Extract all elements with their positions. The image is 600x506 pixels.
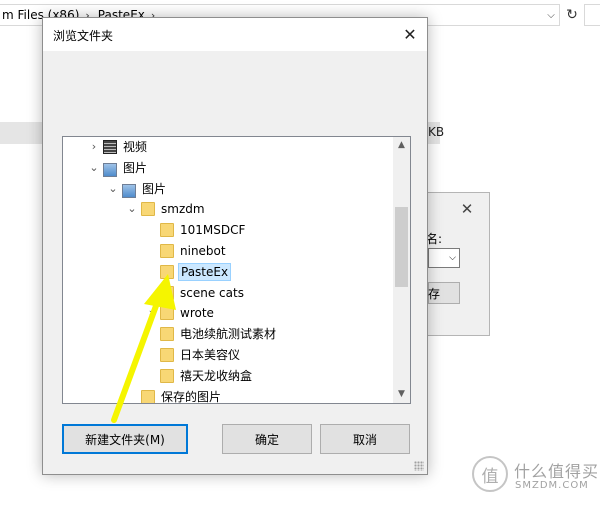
- folder-icon: [141, 202, 155, 217]
- arrow-shaft: [111, 292, 163, 423]
- ok-button[interactable]: 确定: [222, 424, 312, 454]
- tree-item[interactable]: 101MSDCF: [63, 220, 394, 240]
- file-size-text: KB: [428, 125, 445, 139]
- tree-item[interactable]: ninebot: [63, 241, 394, 261]
- expander-placeholder: [144, 241, 158, 261]
- cancel-button[interactable]: 取消: [320, 424, 410, 454]
- dialog-titlebar[interactable]: 浏览文件夹 ✕: [43, 18, 427, 51]
- watermark-glyph: 值: [481, 466, 499, 487]
- arrow-head: [144, 274, 176, 310]
- expander-placeholder: [144, 220, 158, 240]
- close-icon[interactable]: ✕: [399, 24, 421, 46]
- chevron-right-icon[interactable]: ›: [87, 137, 101, 157]
- filename-select[interactable]: ⌵: [428, 248, 460, 268]
- annotation-arrow: [111, 274, 176, 423]
- tree-item-label: 101MSDCF: [180, 223, 246, 238]
- video-icon: [103, 140, 117, 154]
- tree-item-label: smzdm: [161, 202, 205, 217]
- tree-item-label: ninebot: [180, 244, 226, 258]
- tree-item[interactable]: ⌄ smzdm: [63, 199, 394, 219]
- tree-item-label: 视频: [123, 140, 148, 154]
- address-history-dropdown-icon[interactable]: ⌵: [543, 5, 559, 25]
- folder-icon: [160, 244, 174, 258]
- close-icon[interactable]: ✕: [458, 200, 476, 218]
- tree-scrollbar[interactable]: ▲ ▼: [393, 137, 410, 403]
- scroll-up-arrow-icon[interactable]: ▲: [393, 137, 410, 154]
- refresh-icon[interactable]: ↻: [562, 4, 582, 26]
- dialog-title: 浏览文件夹: [53, 29, 114, 43]
- chevron-down-icon[interactable]: ⌄: [106, 179, 120, 199]
- chevron-down-icon: ⌵: [449, 253, 456, 263]
- tree-item-label: 图片: [123, 160, 148, 175]
- search-box[interactable]: [584, 4, 600, 26]
- watermark-subtext: SMZDM.COM: [515, 480, 589, 491]
- scroll-down-arrow-icon[interactable]: ▼: [393, 386, 410, 403]
- folder-icon: [160, 223, 174, 238]
- watermark-logo-icon: 值: [472, 456, 508, 492]
- tree-item[interactable]: › 视频: [63, 137, 394, 157]
- cancel-button-label: 取消: [352, 432, 377, 447]
- watermark-text: 什么值得买: [514, 462, 600, 481]
- ok-button-label: 确定: [254, 432, 279, 447]
- chevron-down-icon[interactable]: ⌄: [87, 158, 101, 178]
- tree-item[interactable]: ⌄ 图片: [63, 158, 394, 178]
- filename-label: 名:: [426, 232, 443, 246]
- resize-grip-icon[interactable]: [414, 461, 424, 471]
- scroll-thumb[interactable]: [395, 207, 408, 287]
- tree-item-label: 图片: [142, 181, 167, 196]
- pictures-icon: [103, 162, 117, 177]
- chevron-down-icon[interactable]: ⌄: [125, 199, 139, 219]
- pictures-icon: [122, 183, 136, 198]
- tree-item[interactable]: ⌄ 图片: [63, 179, 394, 199]
- save-button[interactable]: 保存: [416, 282, 460, 304]
- new-folder-button-label: 新建文件夹(M): [85, 432, 165, 447]
- tree-item-label: 电池续航测试素材: [180, 327, 277, 342]
